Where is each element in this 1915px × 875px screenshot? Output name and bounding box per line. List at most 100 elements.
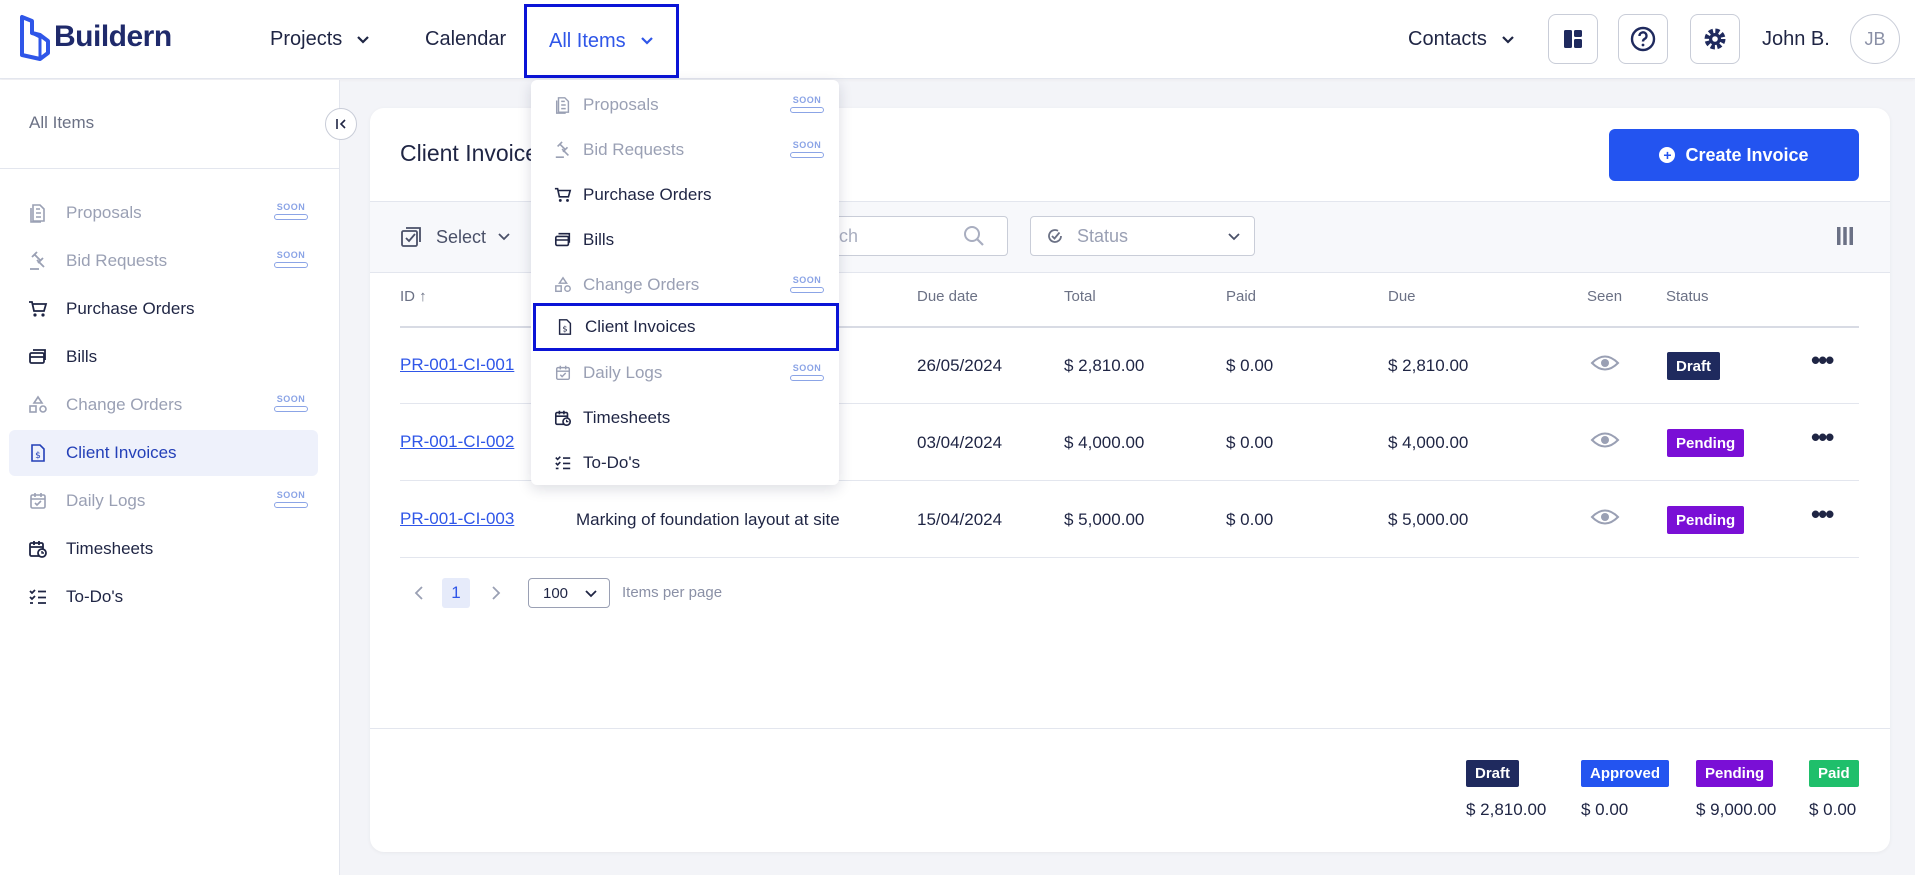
sidebar-item-daily-logs[interactable]: Daily Logs SOON (9, 478, 318, 524)
collapse-sidebar-button[interactable] (325, 108, 357, 140)
total-cell: $ 2,810.00 (1064, 356, 1145, 375)
timesheet-icon (553, 408, 573, 428)
status-filter-select[interactable]: Status (1030, 216, 1255, 256)
sidebar-item-change-orders[interactable]: Change Orders SOON (9, 382, 318, 428)
due-cell: $ 5,000.00 (1388, 510, 1469, 529)
dropdown-item-proposals[interactable]: Proposals SOON (531, 83, 839, 127)
summary-pending-badge: Pending (1696, 760, 1774, 787)
more-actions-icon[interactable]: ••• (1811, 345, 1834, 376)
column-header-id[interactable]: ID ↑ (400, 288, 427, 305)
column-header-due[interactable]: Due (1388, 288, 1416, 305)
top-navbar: Buildern Projects Calendar All Items Con… (0, 0, 1915, 79)
soon-badge: SOON (790, 363, 824, 381)
nav-projects-label: Projects (270, 28, 343, 50)
sidebar-item-bills[interactable]: Bills (9, 334, 318, 380)
sidebar-item-label: Bid Requests (66, 251, 168, 270)
column-header-total[interactable]: Total (1064, 288, 1096, 305)
sidebar-item-bid-requests[interactable]: Bid Requests SOON (9, 238, 318, 284)
dropdown-item-change-orders[interactable]: Change Orders SOON (531, 263, 839, 307)
sidebar-item-client-invoices[interactable]: $ Client Invoices (9, 430, 318, 476)
gavel-icon (27, 250, 49, 272)
dropdown-item-label: Change Orders (583, 275, 700, 294)
brand-logo[interactable]: Buildern (18, 12, 172, 62)
due-cell: $ 4,000.00 (1388, 433, 1469, 452)
dropdown-item-purchase-orders[interactable]: Purchase Orders (531, 173, 839, 217)
nav-all-items[interactable]: All Items (524, 4, 679, 78)
dropdown-item-todos[interactable]: To-Do's (531, 441, 839, 485)
dropdown-item-label: To-Do's (583, 453, 641, 472)
chevron-down-icon (498, 233, 510, 241)
summary-approved-value: $ 0.00 (1581, 800, 1629, 819)
eye-icon (1590, 509, 1620, 525)
prev-page-icon[interactable] (414, 586, 424, 600)
soon-badge: SOON (274, 394, 308, 412)
summary-paid-badge: Paid (1809, 760, 1859, 787)
sidebar-item-purchase-orders[interactable]: Purchase Orders (9, 286, 318, 332)
column-header-paid[interactable]: Paid (1226, 288, 1256, 305)
help-button[interactable] (1618, 14, 1668, 64)
dropdown-item-daily-logs[interactable]: Daily Logs SOON (531, 351, 839, 395)
bills-icon (27, 346, 49, 368)
more-actions-icon[interactable]: ••• (1811, 499, 1834, 530)
nav-calendar-label: Calendar (425, 28, 507, 50)
soon-badge: SOON (274, 250, 308, 268)
invoice-id-link[interactable]: PR-001-CI-002 (400, 432, 514, 452)
sidebar-title: All Items (29, 113, 95, 132)
items-per-page-select[interactable]: 100 (528, 578, 610, 608)
sort-ascending-icon: ↑ (419, 288, 427, 305)
gear-icon (1704, 28, 1726, 50)
dropdown-item-timesheets[interactable]: Timesheets (531, 396, 839, 440)
create-invoice-button[interactable]: + Create Invoice (1609, 129, 1859, 181)
svg-text:$: $ (562, 324, 567, 334)
nav-calendar[interactable]: Calendar (425, 0, 506, 79)
chevron-down-icon (1501, 32, 1515, 48)
page-number-current[interactable]: 1 (442, 578, 470, 608)
row-divider (400, 557, 1859, 558)
proposal-icon (553, 95, 573, 115)
create-invoice-label: Create Invoice (1685, 144, 1809, 165)
sidebar: All Items Proposals SOON Bid Requests SO… (0, 80, 340, 875)
due-date-cell: 03/04/2024 (917, 433, 1003, 452)
next-page-icon[interactable] (491, 586, 501, 600)
nav-contacts[interactable]: Contacts (1408, 0, 1515, 79)
invoice-id-link[interactable]: PR-001-CI-003 (400, 509, 514, 529)
status-badge: Pending (1667, 506, 1745, 534)
nav-contacts-label: Contacts (1408, 28, 1487, 50)
invoice-icon: $ (27, 442, 49, 464)
paid-cell: $ 0.00 (1226, 433, 1274, 452)
dropdown-item-bills[interactable]: Bills (531, 218, 839, 262)
sidebar-item-label: Client Invoices (66, 443, 177, 462)
summary-divider (370, 728, 1890, 729)
chevron-down-icon (356, 32, 370, 48)
column-header-due-date[interactable]: Due date (917, 288, 978, 305)
dashboard-button[interactable] (1548, 14, 1598, 64)
dropdown-item-client-invoices[interactable]: $ Client Invoices (533, 303, 839, 351)
bills-icon (553, 230, 573, 250)
sidebar-item-timesheets[interactable]: Timesheets (9, 526, 318, 572)
settings-button[interactable] (1690, 14, 1740, 64)
avatar[interactable]: JB (1850, 14, 1900, 64)
dropdown-item-label: Purchase Orders (583, 185, 712, 204)
due-date-cell: 15/04/2024 (917, 510, 1003, 529)
sidebar-item-label: Daily Logs (66, 491, 146, 510)
dropdown-item-label: Daily Logs (583, 363, 663, 382)
dropdown-item-bid-requests[interactable]: Bid Requests SOON (531, 128, 839, 172)
eye-icon (1590, 355, 1620, 371)
sidebar-item-proposals[interactable]: Proposals SOON (9, 190, 318, 236)
nav-projects[interactable]: Projects (270, 0, 370, 79)
invoice-id-link[interactable]: PR-001-CI-001 (400, 355, 514, 375)
help-icon (1630, 26, 1656, 52)
bulk-select-dropdown[interactable]: Select (400, 226, 510, 248)
column-settings-button[interactable] (1836, 226, 1854, 251)
status-icon (1048, 229, 1062, 243)
svg-text:$: $ (35, 451, 41, 461)
more-actions-icon[interactable]: ••• (1811, 422, 1834, 453)
sidebar-item-label: Timesheets (66, 539, 154, 558)
column-header-status[interactable]: Status (1666, 288, 1709, 305)
paid-cell: $ 0.00 (1226, 510, 1274, 529)
user-name[interactable]: John B. (1762, 0, 1830, 79)
chevron-down-icon (585, 590, 597, 598)
page-title: Client Invoices (400, 140, 550, 166)
sidebar-item-todos[interactable]: To-Do's (9, 574, 318, 620)
checklist-icon (553, 453, 573, 473)
